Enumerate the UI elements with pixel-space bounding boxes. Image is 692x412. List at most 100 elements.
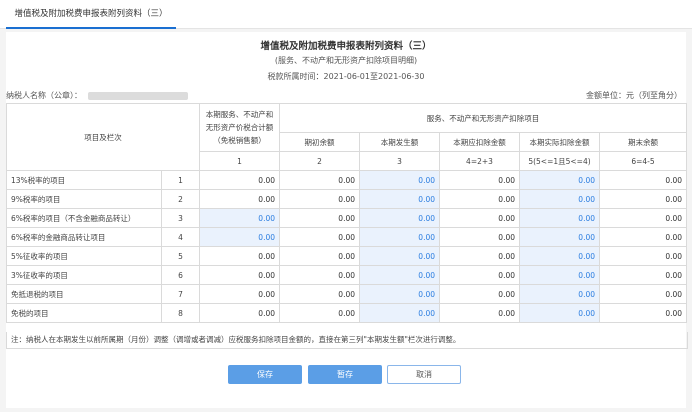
form-note: 注：纳税人在本期发生以前所属期（月份）调整（调增或者调减）应税服务扣除项目金额的…	[6, 332, 688, 349]
table-row: 免抵退税的项目 7 0.00 0.00 0.00 0.00 0.00 0.00	[6, 284, 688, 304]
amount-cell: 0.00	[279, 170, 360, 190]
row-item-name: 6%税率的项目（不含金融商品转让）	[6, 208, 162, 228]
amount-input[interactable]: 0.00	[359, 170, 440, 190]
amount-cell: 0.00	[598, 170, 688, 190]
amount-cell: 0.00	[279, 208, 360, 228]
cancel-button[interactable]: 取消	[387, 365, 461, 384]
amount-input[interactable]: 0.00	[519, 284, 600, 304]
amount-input[interactable]: 0.00	[359, 303, 440, 323]
amount-input[interactable]: 0.00	[519, 208, 600, 228]
row-item-name: 免抵退税的项目	[6, 284, 162, 304]
amount-cell: 0.00	[439, 189, 520, 209]
amount-cell: 0.00	[598, 189, 688, 209]
amount-cell: 0.00	[199, 246, 280, 266]
amount-cell: 0.00	[279, 189, 360, 209]
taxpayer-name: 纳税人名称（公章）：	[6, 90, 188, 101]
amount-input[interactable]: 0.00	[519, 265, 600, 285]
draft-button[interactable]: 暂存	[308, 365, 382, 384]
row-item-name: 6%税率的金融商品转让项目	[6, 227, 162, 247]
amount-input[interactable]: 0.00	[359, 227, 440, 247]
col-number-1: 1	[199, 151, 280, 171]
row-item-name: 3%征收率的项目	[6, 265, 162, 285]
header-col6: 期末余额	[598, 132, 688, 152]
amount-cell: 0.00	[199, 265, 280, 285]
amount-cell: 0.00	[598, 227, 688, 247]
table-row: 5%征收率的项目 5 0.00 0.00 0.00 0.00 0.00 0.00	[6, 246, 688, 266]
amount-cell: 0.00	[199, 284, 280, 304]
amount-input[interactable]: 0.00	[359, 284, 440, 304]
amount-cell: 0.00	[439, 227, 520, 247]
row-item-name: 9%税率的项目	[6, 189, 162, 209]
row-line-number: 4	[161, 227, 200, 247]
amount-cell: 0.00	[279, 227, 360, 247]
amount-input[interactable]: 0.00	[199, 208, 280, 228]
amount-cell: 0.00	[439, 208, 520, 228]
tab-bar: 增值税及附加税费申报表附列资料（三）	[0, 0, 692, 29]
table-row: 免税的项目 8 0.00 0.00 0.00 0.00 0.00 0.00	[6, 303, 688, 323]
header-col3: 本期发生额	[359, 132, 440, 152]
row-line-number: 2	[161, 189, 200, 209]
taxpayer-label: 纳税人名称（公章）：	[6, 91, 82, 100]
amount-cell: 0.00	[439, 170, 520, 190]
table-row: 9%税率的项目 2 0.00 0.00 0.00 0.00 0.00 0.00	[6, 189, 688, 209]
form-subtitle: (服务、不动产和无形资产扣除项目明细)	[274, 56, 418, 65]
amount-cell: 0.00	[598, 208, 688, 228]
amount-cell: 0.00	[199, 170, 280, 190]
tab-attachment-3[interactable]: 增值税及附加税费申报表附列资料（三）	[6, 0, 176, 29]
header-col5: 本期实际扣除金额	[519, 132, 600, 152]
amount-cell: 0.00	[598, 303, 688, 323]
amount-input[interactable]: 0.00	[519, 303, 600, 323]
taxpayer-name-redacted	[88, 91, 188, 100]
amount-cell: 0.00	[598, 265, 688, 285]
amount-unit: 金额单位：元（列至角分）	[586, 91, 682, 100]
amount-cell: 0.00	[199, 189, 280, 209]
col-number-2: 2	[279, 151, 360, 171]
amount-input[interactable]: 0.00	[519, 246, 600, 266]
row-line-number: 8	[161, 303, 200, 323]
amount-cell: 0.00	[439, 284, 520, 304]
col-number-5: 5(5<=1且5<=4)	[519, 151, 600, 171]
header-col4: 本期应扣除金额	[439, 132, 520, 152]
table-row: 6%税率的金融商品转让项目 4 0.00 0.00 0.00 0.00 0.00 0.00	[6, 227, 688, 247]
amount-input[interactable]: 0.00	[359, 265, 440, 285]
deduction-table: 项目及栏次 本期服务、不动产和无形资产价税合计额（免税销售额） 服务、不动产和无…	[6, 103, 688, 323]
row-line-number: 5	[161, 246, 200, 266]
amount-cell: 0.00	[279, 246, 360, 266]
amount-cell: 0.00	[439, 265, 520, 285]
col-number-3: 3	[359, 151, 440, 171]
table-row: 3%征收率的项目 6 0.00 0.00 0.00 0.00 0.00 0.00	[6, 265, 688, 285]
amount-cell: 0.00	[199, 303, 280, 323]
amount-input[interactable]: 0.00	[199, 227, 280, 247]
amount-cell: 0.00	[439, 246, 520, 266]
amount-cell: 0.00	[598, 284, 688, 304]
amount-input[interactable]: 0.00	[359, 208, 440, 228]
amount-cell: 0.00	[279, 265, 360, 285]
row-line-number: 1	[161, 170, 200, 190]
header-item-column: 项目及栏次	[6, 103, 200, 171]
header-col1: 本期服务、不动产和无形资产价税合计额（免税销售额）	[199, 103, 280, 152]
amount-cell: 0.00	[279, 303, 360, 323]
amount-cell: 0.00	[598, 246, 688, 266]
amount-cell: 0.00	[279, 284, 360, 304]
amount-cell: 0.00	[439, 303, 520, 323]
row-line-number: 3	[161, 208, 200, 228]
col-number-6: 6=4-5	[598, 151, 688, 171]
table-row: 13%税率的项目 1 0.00 0.00 0.00 0.00 0.00 0.00	[6, 170, 688, 190]
row-line-number: 6	[161, 265, 200, 285]
row-item-name: 13%税率的项目	[6, 170, 162, 190]
row-item-name: 5%征收率的项目	[6, 246, 162, 266]
amount-input[interactable]: 0.00	[519, 189, 600, 209]
amount-input[interactable]: 0.00	[359, 189, 440, 209]
row-item-name: 免税的项目	[6, 303, 162, 323]
tax-period: 税款所属时间：2021-06-01至2021-06-30	[267, 72, 425, 81]
save-button[interactable]: 保存	[228, 365, 302, 384]
row-line-number: 7	[161, 284, 200, 304]
amount-input[interactable]: 0.00	[519, 227, 600, 247]
amount-input[interactable]: 0.00	[359, 246, 440, 266]
table-row: 6%税率的项目（不含金融商品转让） 3 0.00 0.00 0.00 0.00 0.00 0.…	[6, 208, 688, 228]
header-col2: 期初余额	[279, 132, 360, 152]
form-panel: 增值税及附加税费申报表附列资料（三） (服务、不动产和无形资产扣除项目明细) 税…	[6, 32, 688, 408]
amount-input[interactable]: 0.00	[519, 170, 600, 190]
header-deduction-group: 服务、不动产和无形资产扣除项目	[278, 103, 688, 133]
col-number-4: 4=2+3	[439, 151, 520, 171]
